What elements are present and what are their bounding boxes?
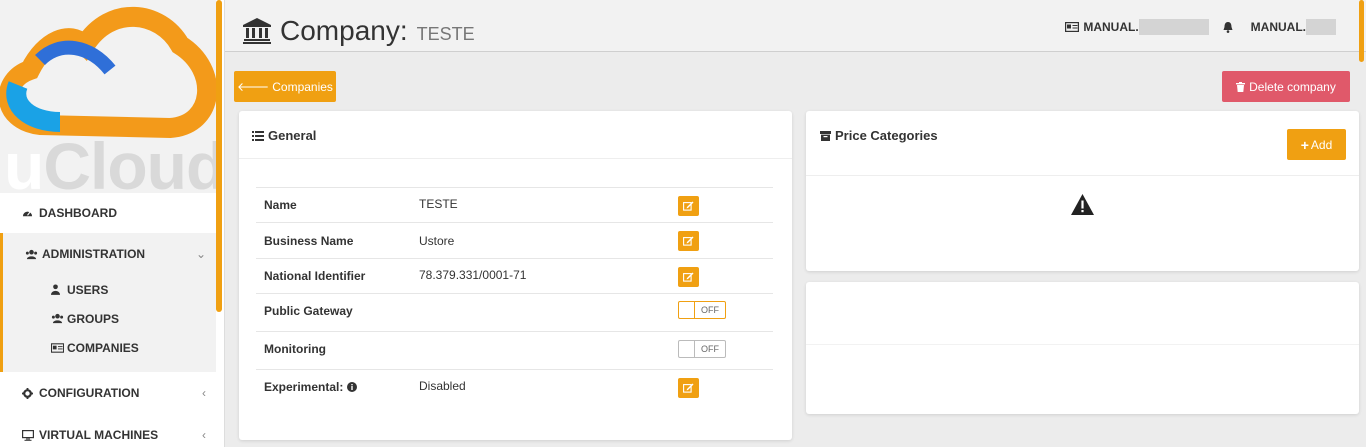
divider [806, 175, 1359, 176]
page-title: Company: TESTE [243, 14, 475, 47]
table-row: Public Gateway OFF [256, 293, 773, 331]
info-icon[interactable] [347, 382, 358, 392]
row-value: TESTE [419, 197, 458, 211]
row-label: Monitoring [264, 342, 326, 356]
sidebar-item-label: GROUPS [67, 311, 120, 326]
edit-name-button[interactable] [678, 196, 699, 216]
table-row: Name TESTE [256, 187, 773, 222]
sidebar-item-dashboard[interactable]: DASHBOARD [0, 193, 216, 233]
row-label: Business Name [264, 234, 354, 248]
row-value: Disabled [419, 379, 466, 393]
sidebar-menu: DASHBOARD ADMINISTRATION ⌄ USERS GROUPS … [0, 193, 216, 447]
page-title-text: Company: [280, 15, 408, 46]
table-row: Monitoring OFF [256, 331, 773, 369]
toggle-state: OFF [701, 305, 719, 315]
public-gateway-toggle[interactable]: OFF [678, 301, 726, 319]
dashboard-icon [22, 208, 36, 219]
monitor-icon [22, 429, 36, 441]
edit-national-identifier-button[interactable] [678, 267, 699, 287]
sidebar-item-label: CONFIGURATION [39, 386, 140, 400]
divider [806, 344, 1359, 345]
toggle-knob [679, 341, 695, 357]
edit-icon [683, 236, 694, 246]
row-label: Name [264, 198, 297, 212]
row-label: Public Gateway [264, 304, 353, 318]
sidebar-item-virtual-machines[interactable]: VIRTUAL MACHINES ‹ [0, 414, 216, 447]
edit-business-name-button[interactable] [678, 231, 699, 251]
chevron-down-icon: ⌄ [195, 247, 206, 261]
sidebar-scrollbar[interactable] [216, 0, 222, 312]
sidebar-item-groups[interactable]: GROUPS [3, 304, 216, 333]
chevron-left-icon: ‹ [202, 428, 206, 442]
price-categories-panel: Price Categories + Add [806, 111, 1359, 271]
sidebar: uCloud DASHBOARD ADMINISTRATION ⌄ USERS [0, 0, 225, 447]
row-label: Experimental: [264, 380, 358, 394]
edit-icon [683, 272, 694, 282]
administration-group: ADMINISTRATION ⌄ USERS GROUPS COMPANIES [0, 233, 216, 372]
warning-icon [1071, 194, 1094, 215]
ucloud-logo[interactable]: uCloud [0, 0, 216, 193]
add-price-category-button[interactable]: + Add [1287, 129, 1346, 160]
row-label: National Identifier [264, 269, 366, 283]
table-row: National Identifier 78.379.331/0001-71 [256, 258, 773, 293]
toggle-knob [679, 302, 695, 318]
edit-icon [683, 383, 694, 393]
users-icon [25, 249, 39, 260]
page-scrollbar[interactable] [1359, 0, 1364, 62]
empty-panel [806, 282, 1359, 414]
table-row: Experimental: Disabled [256, 369, 773, 405]
toggle-state: OFF [701, 344, 719, 354]
account-name[interactable]: MANUAL. [1083, 20, 1138, 34]
edit-icon [683, 201, 694, 211]
delete-button-label: Delete company [1249, 79, 1336, 94]
sidebar-item-label: VIRTUAL MACHINES [39, 428, 159, 442]
page-subtitle: TESTE [416, 24, 475, 44]
row-value: 78.379.331/0001-71 [419, 268, 527, 282]
trash-icon [1236, 81, 1246, 92]
redacted-text [1138, 19, 1209, 35]
sidebar-item-companies[interactable]: COMPANIES [3, 333, 216, 362]
price-categories-title: Price Categories [820, 128, 938, 143]
row-label-text: Experimental: [264, 380, 344, 394]
bank-icon [243, 18, 271, 47]
add-button-label: Add [1310, 137, 1333, 152]
general-panel: General Name TESTE Business Name Ustore … [239, 111, 792, 440]
redacted-text [1306, 19, 1336, 35]
list-icon [252, 130, 264, 141]
id-card-icon [1065, 22, 1080, 32]
general-title: General [252, 128, 316, 143]
users-icon [51, 313, 67, 324]
edit-experimental-button[interactable] [678, 378, 699, 398]
row-value: Ustore [419, 234, 455, 248]
sidebar-item-users[interactable]: USERS [3, 275, 216, 304]
sidebar-item-label: ADMINISTRATION [42, 247, 146, 261]
back-to-companies-button[interactable]: 🡐 Companies [234, 71, 336, 102]
delete-company-button[interactable]: Delete company [1222, 71, 1350, 102]
divider [239, 158, 792, 159]
user-name[interactable]: MANUAL. [1251, 20, 1306, 34]
plus-icon: + [1300, 136, 1309, 153]
gear-icon [22, 387, 36, 399]
sidebar-item-label: COMPANIES [67, 340, 139, 355]
arrow-left-icon: 🡐 [237, 80, 270, 94]
archive-icon [820, 130, 831, 141]
bell-icon[interactable] [1223, 21, 1233, 33]
chevron-left-icon: ‹ [202, 386, 206, 400]
general-title-text: General [268, 128, 317, 143]
id-card-icon [51, 342, 67, 353]
monitoring-toggle[interactable]: OFF [678, 340, 726, 358]
back-button-label: Companies [272, 79, 333, 94]
price-categories-title-text: Price Categories [835, 128, 938, 143]
sidebar-item-label: USERS [67, 282, 109, 297]
sidebar-item-configuration[interactable]: CONFIGURATION ‹ [0, 372, 216, 414]
sidebar-item-administration[interactable]: ADMINISTRATION ⌄ [3, 233, 216, 275]
sidebar-item-label: DASHBOARD [39, 206, 117, 220]
user-icon [51, 284, 67, 295]
user-area: MANUAL. MANUAL. [1065, 19, 1336, 35]
table-row: Business Name Ustore [256, 222, 773, 258]
logo-text: uCloud [4, 129, 216, 193]
page-header: Company: TESTE MANUAL. MANUAL. [225, 0, 1366, 52]
